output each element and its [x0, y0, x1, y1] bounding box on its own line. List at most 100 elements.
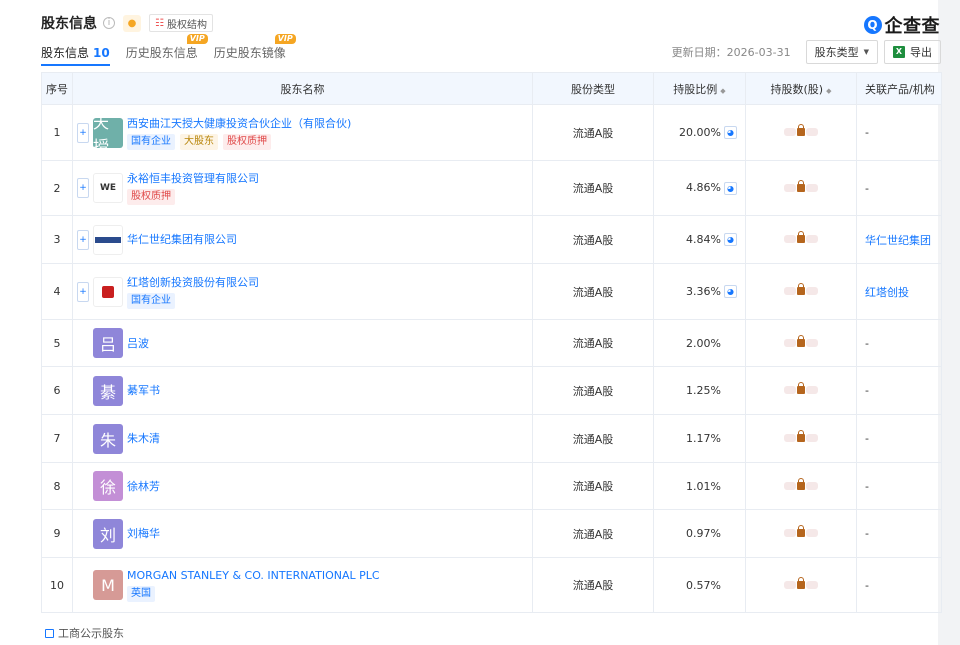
shares-cell — [745, 509, 857, 558]
col-label: 持股比例 — [673, 82, 718, 96]
shareholder-cell: 吕吕波 — [72, 319, 533, 367]
expand-icon[interactable]: + — [77, 229, 89, 250]
ratio-cell: 3.36% ◕ — [653, 263, 746, 320]
related-product: - — [856, 104, 942, 161]
lock-icon — [797, 124, 805, 136]
sort-icon: ◆ — [826, 86, 832, 95]
col-header-ratio[interactable]: 持股比例 ◆ — [653, 72, 746, 105]
page-title: 股东信息 — [41, 16, 97, 32]
share-type: 流通A股 — [532, 160, 654, 216]
share-type: 流通A股 — [532, 557, 654, 613]
expand-icon[interactable]: + — [77, 178, 89, 198]
col-header-type: 股份类型 — [532, 72, 654, 105]
col-label: 持股数(股) — [770, 82, 824, 96]
qichacha-logo[interactable]: Q 企查查 — [863, 12, 941, 38]
company-logo — [93, 276, 123, 307]
table-row: 7 朱朱木清 流通A股 1.17% - — [41, 414, 942, 463]
tab-count: 10 — [93, 46, 110, 60]
locked-value[interactable] — [784, 124, 818, 136]
col-header-shares[interactable]: 持股数(股) ◆ — [745, 72, 857, 105]
table-row: 6 綦綦军书 流通A股 1.25% - — [41, 366, 942, 415]
holding-ratio: 1.25% — [686, 384, 721, 397]
locked-value[interactable] — [784, 477, 818, 490]
row-number: 9 — [41, 509, 73, 558]
info-icon[interactable]: i — [103, 17, 115, 29]
related-product: - — [856, 509, 942, 558]
shareholder-name-link[interactable]: 朱木清 — [127, 431, 160, 446]
select-label: 股东类型 — [814, 46, 859, 59]
excel-icon: X — [893, 46, 905, 58]
share-type: 流通A股 — [532, 104, 654, 161]
pie-chart-icon[interactable]: ◕ — [724, 126, 737, 140]
shareholder-name-link[interactable]: MORGAN STANLEY & CO. INTERNATIONAL PLC — [127, 568, 380, 583]
shareholder-panel: 股东信息 i ● ☷ 股权结构 Q 企查查 股东信息 10 历史股东信息 VIP … — [30, 0, 950, 645]
col-header-name: 股东名称 — [72, 72, 533, 105]
shareholder-name-link[interactable]: 刘梅华 — [127, 526, 160, 541]
expand-icon[interactable]: + — [77, 281, 89, 302]
shares-cell — [745, 160, 857, 216]
tag: 股权质押 — [223, 133, 271, 150]
shareholder-name-link[interactable]: 华仁世纪集团有限公司 — [127, 232, 237, 247]
shareholder-type-select[interactable]: 股东类型 ▼ — [805, 40, 878, 64]
tab-history-shareholders[interactable]: 历史股东信息 VIP — [126, 34, 208, 66]
locked-value[interactable] — [784, 430, 818, 442]
locked-value[interactable] — [784, 525, 818, 537]
bell-icon[interactable]: ● — [123, 14, 141, 32]
shareholder-name-link[interactable]: 綦军书 — [127, 383, 160, 398]
lock-icon — [797, 283, 805, 295]
export-button[interactable]: X 导出 — [884, 40, 941, 64]
locked-value[interactable] — [784, 231, 818, 243]
row-number: 2 — [41, 160, 73, 216]
locked-value[interactable] — [784, 283, 818, 295]
pie-chart-icon[interactable]: ◕ — [724, 181, 737, 195]
locked-value[interactable] — [784, 382, 818, 394]
equity-structure-button[interactable]: ☷ 股权结构 — [149, 14, 213, 32]
table-row: 5 吕吕波 流通A股 2.00% - — [41, 319, 942, 367]
tab-label: 股东信息 — [41, 46, 90, 60]
related-product: - — [856, 366, 942, 415]
shareholder-name-link[interactable]: 永裕恒丰投资管理有限公司 — [127, 171, 259, 186]
lock-icon — [797, 231, 805, 243]
locked-value[interactable] — [784, 334, 818, 347]
table-body: 1 + 天授 西安曲江天授大健康投资合伙企业（有限合伙) 国有企业 大股东 股权质押 流通A股… — [41, 104, 942, 613]
share-type: 流通A股 — [532, 319, 654, 367]
avatar: 朱 — [93, 423, 123, 454]
holding-ratio: 2.00% — [686, 336, 721, 350]
share-type: 流通A股 — [532, 215, 654, 264]
shareholder-table: 序号 股东名称 股份类型 持股比例 ◆ 持股数(股) ◆ 关联产品/机构 1 + 天授西… — [41, 72, 942, 613]
shareholder-cell: + 红塔创新投资股份有限公司 国有企业 — [72, 263, 533, 320]
ratio-cell: 0.97% — [653, 509, 746, 558]
col-header-no: 序号 — [41, 72, 73, 105]
lock-icon — [797, 525, 805, 537]
row-number: 8 — [41, 462, 73, 510]
pie-chart-icon[interactable]: ◕ — [724, 285, 737, 299]
expand-icon[interactable]: + — [77, 122, 89, 143]
tag: 国有企业 — [127, 292, 175, 309]
shares-cell — [745, 414, 857, 463]
ratio-cell: 2.00% — [653, 319, 746, 367]
shareholder-name-link[interactable]: 西安曲江天授大健康投资合伙企业（有限合伙) — [127, 116, 351, 131]
public-shareholders-link[interactable]: 工商公示股东 — [45, 625, 124, 641]
locked-value[interactable] — [784, 179, 818, 192]
avatar: 綦 — [93, 375, 123, 406]
shareholder-name-link[interactable]: 红塔创新投资股份有限公司 — [127, 275, 259, 290]
locked-value[interactable] — [784, 576, 818, 589]
related-product[interactable]: 华仁世纪集团 — [856, 215, 942, 264]
tag: 大股东 — [180, 133, 218, 150]
ratio-cell: 1.01% — [653, 462, 746, 510]
shareholder-name-link[interactable]: 吕波 — [127, 336, 149, 351]
toolbar: 更新日期：2026-03-31 股东类型 ▼ X 导出 — [672, 40, 941, 64]
update-date: 更新日期：2026-03-31 — [671, 46, 791, 59]
company-logo: WE — [93, 173, 123, 203]
share-type: 流通A股 — [532, 414, 654, 463]
related-product[interactable]: 红塔创投 — [856, 263, 942, 320]
table-row: 9 刘刘梅华 流通A股 0.97% - — [41, 509, 942, 558]
shares-cell — [745, 462, 857, 510]
tab-shareholders[interactable]: 股东信息 10 — [41, 44, 110, 66]
pie-chart-icon[interactable]: ◕ — [724, 233, 737, 247]
tab-history-mirror[interactable]: 历史股东镜像 VIP — [214, 34, 296, 66]
share-type: 流通A股 — [532, 462, 654, 510]
lock-icon — [797, 576, 805, 589]
shareholder-name-link[interactable]: 徐林芳 — [127, 479, 160, 494]
holding-ratio: 0.57% — [686, 578, 721, 592]
